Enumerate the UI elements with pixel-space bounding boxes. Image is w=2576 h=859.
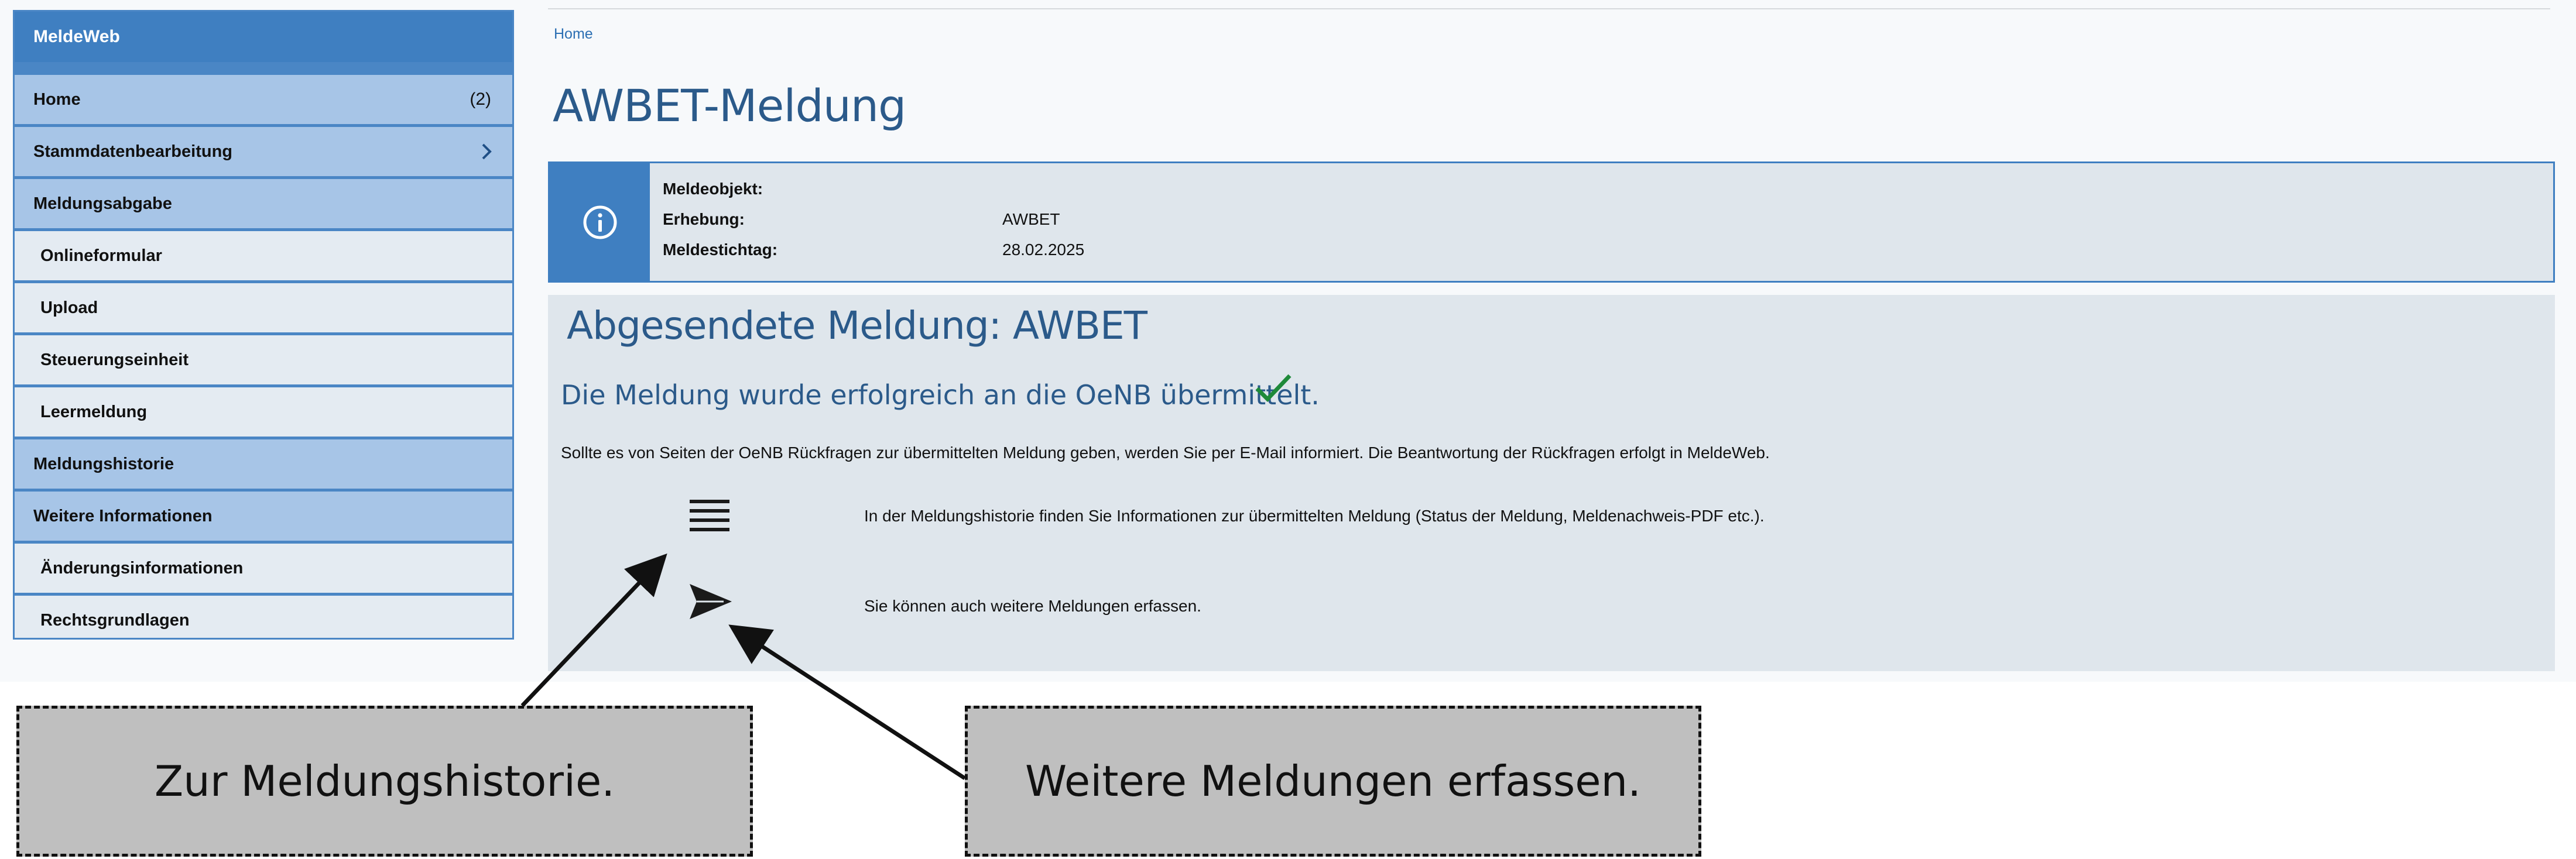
sidebar-item-label: Weitere Informationen <box>33 506 213 525</box>
page-title: AWBET-Meldung <box>553 80 906 132</box>
header-divider <box>548 8 2550 9</box>
success-message: Die Meldung wurde erfolgreich an die OeN… <box>561 379 1320 411</box>
sidebar-item-aenderungsinformationen[interactable]: Änderungsinformationen <box>15 544 512 593</box>
sidebar-item-label: Meldungsabgabe <box>33 194 172 213</box>
sidebar-item-meldungsabgabe[interactable]: Meldungsabgabe <box>15 179 512 228</box>
annotation-more-text: Weitere Meldungen erfassen. <box>1025 757 1642 806</box>
more-reports-text: Sie können auch weitere Meldungen erfass… <box>864 597 1201 615</box>
checkmark-icon <box>1255 374 1292 403</box>
meldeobjekt-label: Meldeobjekt: <box>663 180 763 198</box>
notification-count: (2) <box>470 90 491 109</box>
info-icon-panel <box>550 163 650 281</box>
erhebung-value: AWBET <box>1002 210 1060 228</box>
annotation-history: Zur Meldungshistorie. <box>16 706 753 857</box>
result-panel: Abgesendete Meldung: AWBET Die Meldung w… <box>548 295 2555 671</box>
sidebar-item-label: Home <box>33 90 81 109</box>
sidebar-item-weitere-informationen[interactable]: Weitere Informationen <box>15 492 512 541</box>
sidebar-item-home[interactable]: Home (2) <box>15 75 512 124</box>
sidebar-item-label: Änderungsinformationen <box>40 558 244 578</box>
sidebar-item-upload[interactable]: Upload <box>15 283 512 332</box>
erhebung-label: Erhebung: <box>663 210 745 228</box>
app-name: MeldeWeb <box>33 27 120 46</box>
sidebar-nav: MeldeWeb Home (2) Stammdatenbearbeitung … <box>13 10 514 640</box>
info-circle-icon <box>583 205 616 239</box>
info-content: Meldeobjekt: Erhebung: AWBET Meldesticht… <box>650 163 2553 281</box>
sidebar-item-meldungshistorie[interactable]: Meldungshistorie <box>15 439 512 489</box>
chevron-right-icon <box>482 143 492 160</box>
annotation-more-reports: Weitere Meldungen erfassen. <box>965 706 1701 857</box>
breadcrumb-home-link[interactable]: Home <box>554 26 593 43</box>
sidebar-item-label: Rechtsgrundlagen <box>40 610 190 630</box>
meldestichtag-label: Meldestichtag: <box>663 240 778 259</box>
sidebar-item-stammdatenbearbeitung[interactable]: Stammdatenbearbeitung <box>15 127 512 176</box>
sidebar-item-label: Onlineformular <box>40 246 162 265</box>
sidebar-item-label: Upload <box>40 298 98 317</box>
history-info-text: In der Meldungshistorie finden Sie Infor… <box>864 507 1765 525</box>
sidebar-item-label: Meldungshistorie <box>33 454 174 473</box>
result-title: Abgesendete Meldung: AWBET <box>567 303 1147 348</box>
sidebar-item-leermeldung[interactable]: Leermeldung <box>15 387 512 437</box>
sidebar-item-steuerungseinheit[interactable]: Steuerungseinheit <box>15 335 512 384</box>
history-list-icon[interactable] <box>688 499 731 532</box>
sidebar-item-rechtsgrundlagen[interactable]: Rechtsgrundlagen <box>15 596 512 638</box>
sidebar-item-onlineformular[interactable]: Onlineformular <box>15 231 512 280</box>
sidebar-header: MeldeWeb <box>15 12 512 62</box>
sidebar-item-label: Stammdatenbearbeitung <box>33 142 232 161</box>
annotation-history-text: Zur Meldungshistorie. <box>154 757 615 806</box>
send-icon[interactable] <box>688 583 733 620</box>
notice-text: Sollte es von Seiten der OeNB Rückfragen… <box>561 444 1770 462</box>
sidebar-item-label: Steuerungseinheit <box>40 350 189 369</box>
sidebar-item-label: Leermeldung <box>40 402 148 421</box>
info-box: Meldeobjekt: Erhebung: AWBET Meldesticht… <box>548 162 2555 283</box>
meldestichtag-value: 28.02.2025 <box>1002 240 1085 259</box>
